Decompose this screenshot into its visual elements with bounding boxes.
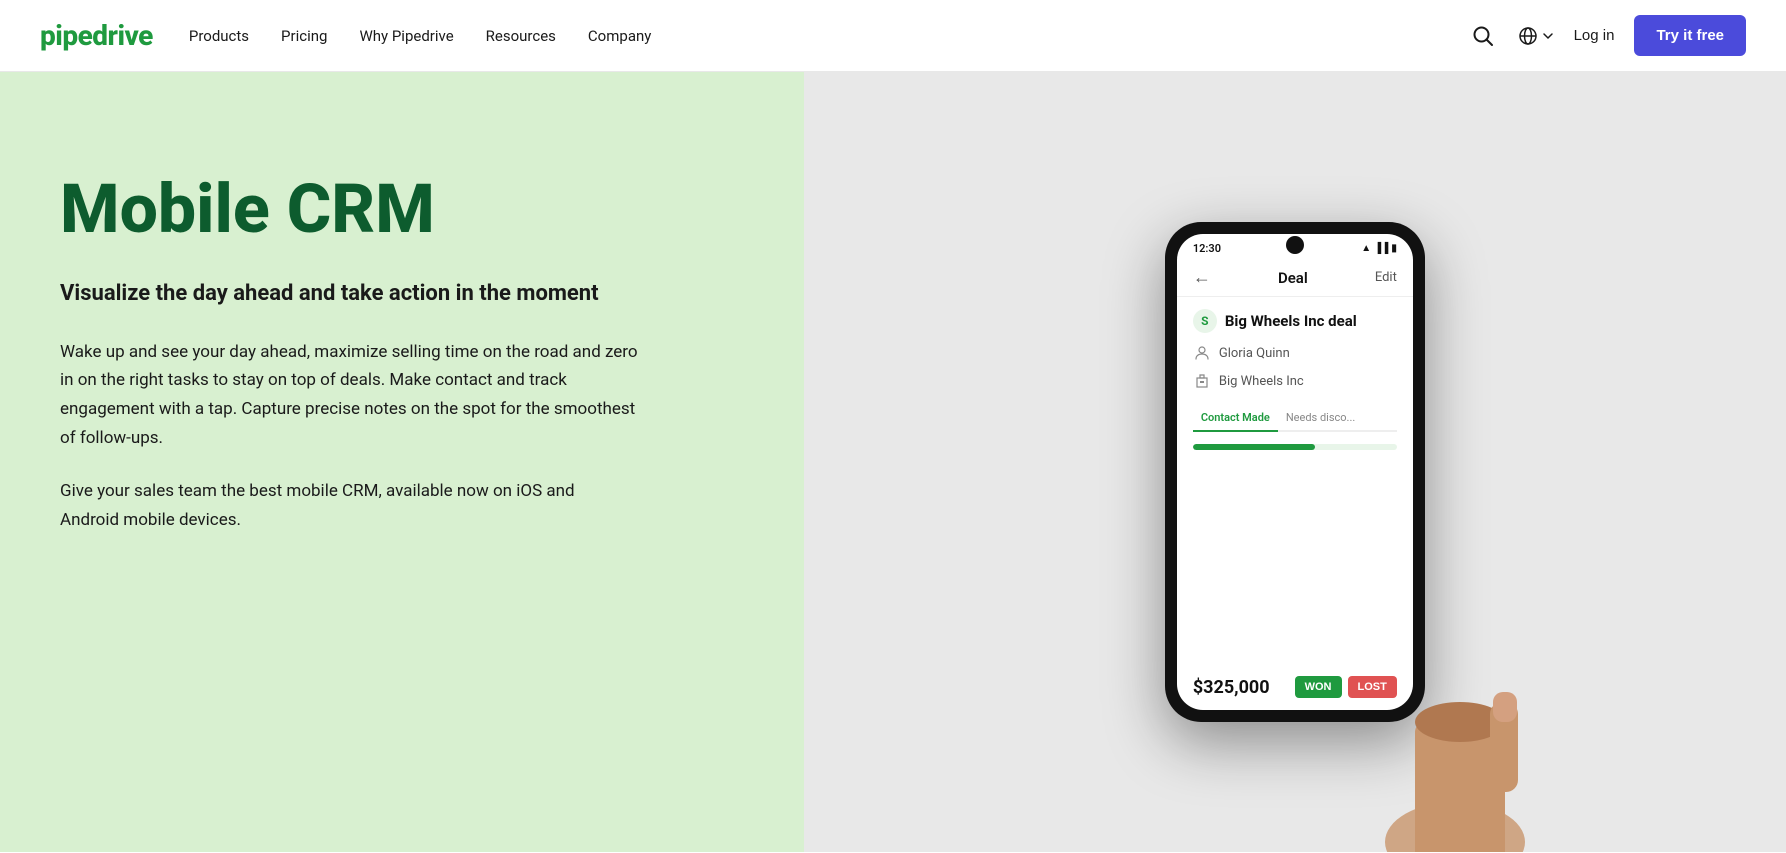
phone-notch	[1286, 236, 1304, 254]
nav-item-company[interactable]: Company	[588, 26, 651, 45]
hero-subtitle: Visualize the day ahead and take action …	[60, 279, 640, 310]
hero-body-1: Wake up and see your day ahead, maximize…	[60, 338, 640, 454]
hero-title: Mobile CRM	[60, 172, 640, 247]
back-button[interactable]: ←	[1193, 267, 1211, 288]
hand-illustration	[1335, 622, 1535, 852]
hero-body-2: Give your sales team the best mobile CRM…	[60, 477, 600, 535]
nav-link-products[interactable]: Products	[189, 27, 249, 45]
nav-link-pricing[interactable]: Pricing	[281, 27, 327, 45]
hero-section: Mobile CRM Visualize the day ahead and t…	[0, 72, 1786, 852]
chevron-down-icon	[1542, 30, 1554, 42]
nav-item-why-pipedrive[interactable]: Why Pipedrive	[359, 26, 453, 45]
phone-status-icons: ▲ ▐▐ ▮	[1361, 243, 1397, 254]
search-icon	[1472, 25, 1494, 47]
phone-tab-needs-disco[interactable]: Needs disco...	[1278, 405, 1363, 430]
battery-icon: ▮	[1391, 243, 1397, 254]
hero-phone-area: 12:30 ▲ ▐▐ ▮ ← Deal Edit	[804, 72, 1786, 852]
phone-contact-row: Gloria Quinn	[1177, 339, 1413, 367]
wifi-icon: ▲	[1361, 243, 1371, 254]
try-free-button[interactable]: Try it free	[1634, 15, 1746, 56]
nav-item-products[interactable]: Products	[189, 26, 249, 45]
building-icon	[1193, 372, 1211, 390]
signal-icon: ▐▐	[1374, 243, 1388, 254]
globe-icon	[1518, 26, 1538, 46]
phone-progress-fill	[1193, 444, 1315, 450]
logo[interactable]: pipedrive	[40, 19, 153, 52]
phone-header: ← Deal Edit	[1177, 259, 1413, 297]
nav-item-pricing[interactable]: Pricing	[281, 26, 327, 45]
deal-icon: S	[1193, 309, 1217, 333]
person-icon	[1193, 344, 1211, 362]
search-button[interactable]	[1468, 21, 1498, 51]
deal-amount: $325,000	[1193, 677, 1270, 698]
phone-header-title: Deal	[1278, 269, 1308, 287]
language-selector[interactable]	[1518, 26, 1554, 46]
navbar: pipedrive Products Pricing Why Pipedrive…	[0, 0, 1786, 72]
company-name: Big Wheels Inc	[1219, 374, 1304, 389]
nav-left: pipedrive Products Pricing Why Pipedrive…	[40, 19, 651, 52]
nav-links: Products Pricing Why Pipedrive Resources…	[189, 26, 652, 45]
deal-title: Big Wheels Inc deal	[1225, 312, 1357, 330]
hero-content: Mobile CRM Visualize the day ahead and t…	[0, 72, 700, 595]
phone-deal-title-row: S Big Wheels Inc deal	[1177, 297, 1413, 339]
phone-progress-bar	[1193, 444, 1397, 450]
phone-company-row: Big Wheels Inc	[1177, 367, 1413, 395]
nav-link-why-pipedrive[interactable]: Why Pipedrive	[359, 27, 453, 45]
nav-link-resources[interactable]: Resources	[486, 27, 556, 45]
contact-name: Gloria Quinn	[1219, 346, 1290, 361]
edit-button[interactable]: Edit	[1375, 270, 1397, 285]
login-button[interactable]: Log in	[1574, 27, 1615, 44]
phone-time: 12:30	[1193, 242, 1221, 255]
phone-tab-contact-made[interactable]: Contact Made	[1193, 405, 1278, 432]
nav-item-resources[interactable]: Resources	[486, 26, 556, 45]
phone-hand-container: 12:30 ▲ ▐▐ ▮ ← Deal Edit	[1085, 192, 1505, 852]
nav-link-company[interactable]: Company	[588, 27, 651, 45]
nav-right: Log in Try it free	[1468, 15, 1746, 56]
phone-tabs: Contact Made Needs disco...	[1193, 405, 1397, 432]
